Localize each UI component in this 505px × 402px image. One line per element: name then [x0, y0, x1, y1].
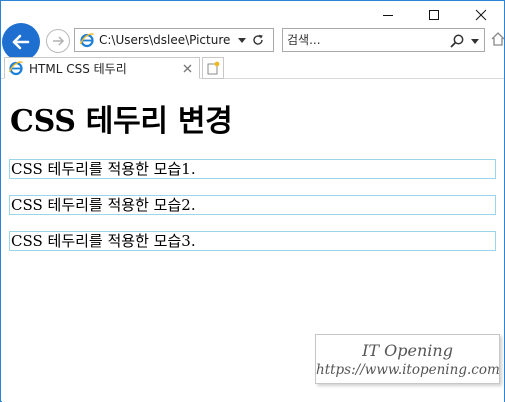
- address-dropdown-button[interactable]: [235, 29, 249, 51]
- navigation-bar: C:\Users\dslee\Pictures\: [1, 23, 505, 61]
- search-dropdown-button[interactable]: [469, 33, 481, 49]
- tab-html-css[interactable]: HTML CSS 테두리: [4, 57, 200, 79]
- tab-bar: HTML CSS 테두리: [1, 57, 504, 79]
- bordered-box-2: CSS 테두리를 적용한 모습2.: [9, 195, 496, 215]
- bordered-box-1: CSS 테두리를 적용한 모습1.: [9, 159, 496, 179]
- refresh-button[interactable]: [249, 29, 267, 51]
- new-tab-icon: [207, 61, 220, 75]
- ie-tab-icon: [8, 61, 23, 76]
- page-title: CSS 테두리 변경: [10, 104, 233, 139]
- arrow-left-icon: [12, 34, 30, 50]
- address-text: C:\Users\dslee\Pictures\: [99, 33, 231, 47]
- close-icon: [475, 9, 487, 21]
- search-icon[interactable]: [449, 33, 465, 49]
- home-icon[interactable]: [491, 31, 505, 47]
- watermark-url: https://www.itopening.com: [316, 362, 500, 378]
- browser-window: C:\Users\dslee\Pictures\ 검색... HTML CSS …: [0, 0, 505, 402]
- bordered-box-3: CSS 테두리를 적용한 모습3.: [9, 231, 496, 251]
- minimize-icon: [383, 15, 393, 16]
- search-box[interactable]: [282, 28, 485, 52]
- search-input[interactable]: [287, 31, 437, 49]
- page-content: CSS 테두리 변경 CSS 테두리를 적용한 모습1. CSS 테두리를 적용…: [2, 79, 504, 402]
- new-tab-button[interactable]: [202, 57, 224, 79]
- forward-button[interactable]: [46, 29, 70, 53]
- watermark: IT Opening https://www.itopening.com: [315, 334, 500, 384]
- close-icon: [183, 64, 191, 72]
- address-bar[interactable]: C:\Users\dslee\Pictures\: [74, 28, 274, 52]
- tab-close-button[interactable]: [179, 60, 195, 76]
- tab-label: HTML CSS 테두리: [29, 61, 127, 76]
- chevron-down-icon: [238, 37, 246, 43]
- chevron-down-icon: [471, 38, 479, 44]
- watermark-title: IT Opening: [362, 341, 453, 360]
- refresh-icon: [253, 34, 263, 45]
- back-button[interactable]: [2, 23, 40, 61]
- maximize-icon: [429, 10, 439, 20]
- ie-page-icon: [79, 33, 94, 48]
- arrow-right-icon: [53, 36, 65, 46]
